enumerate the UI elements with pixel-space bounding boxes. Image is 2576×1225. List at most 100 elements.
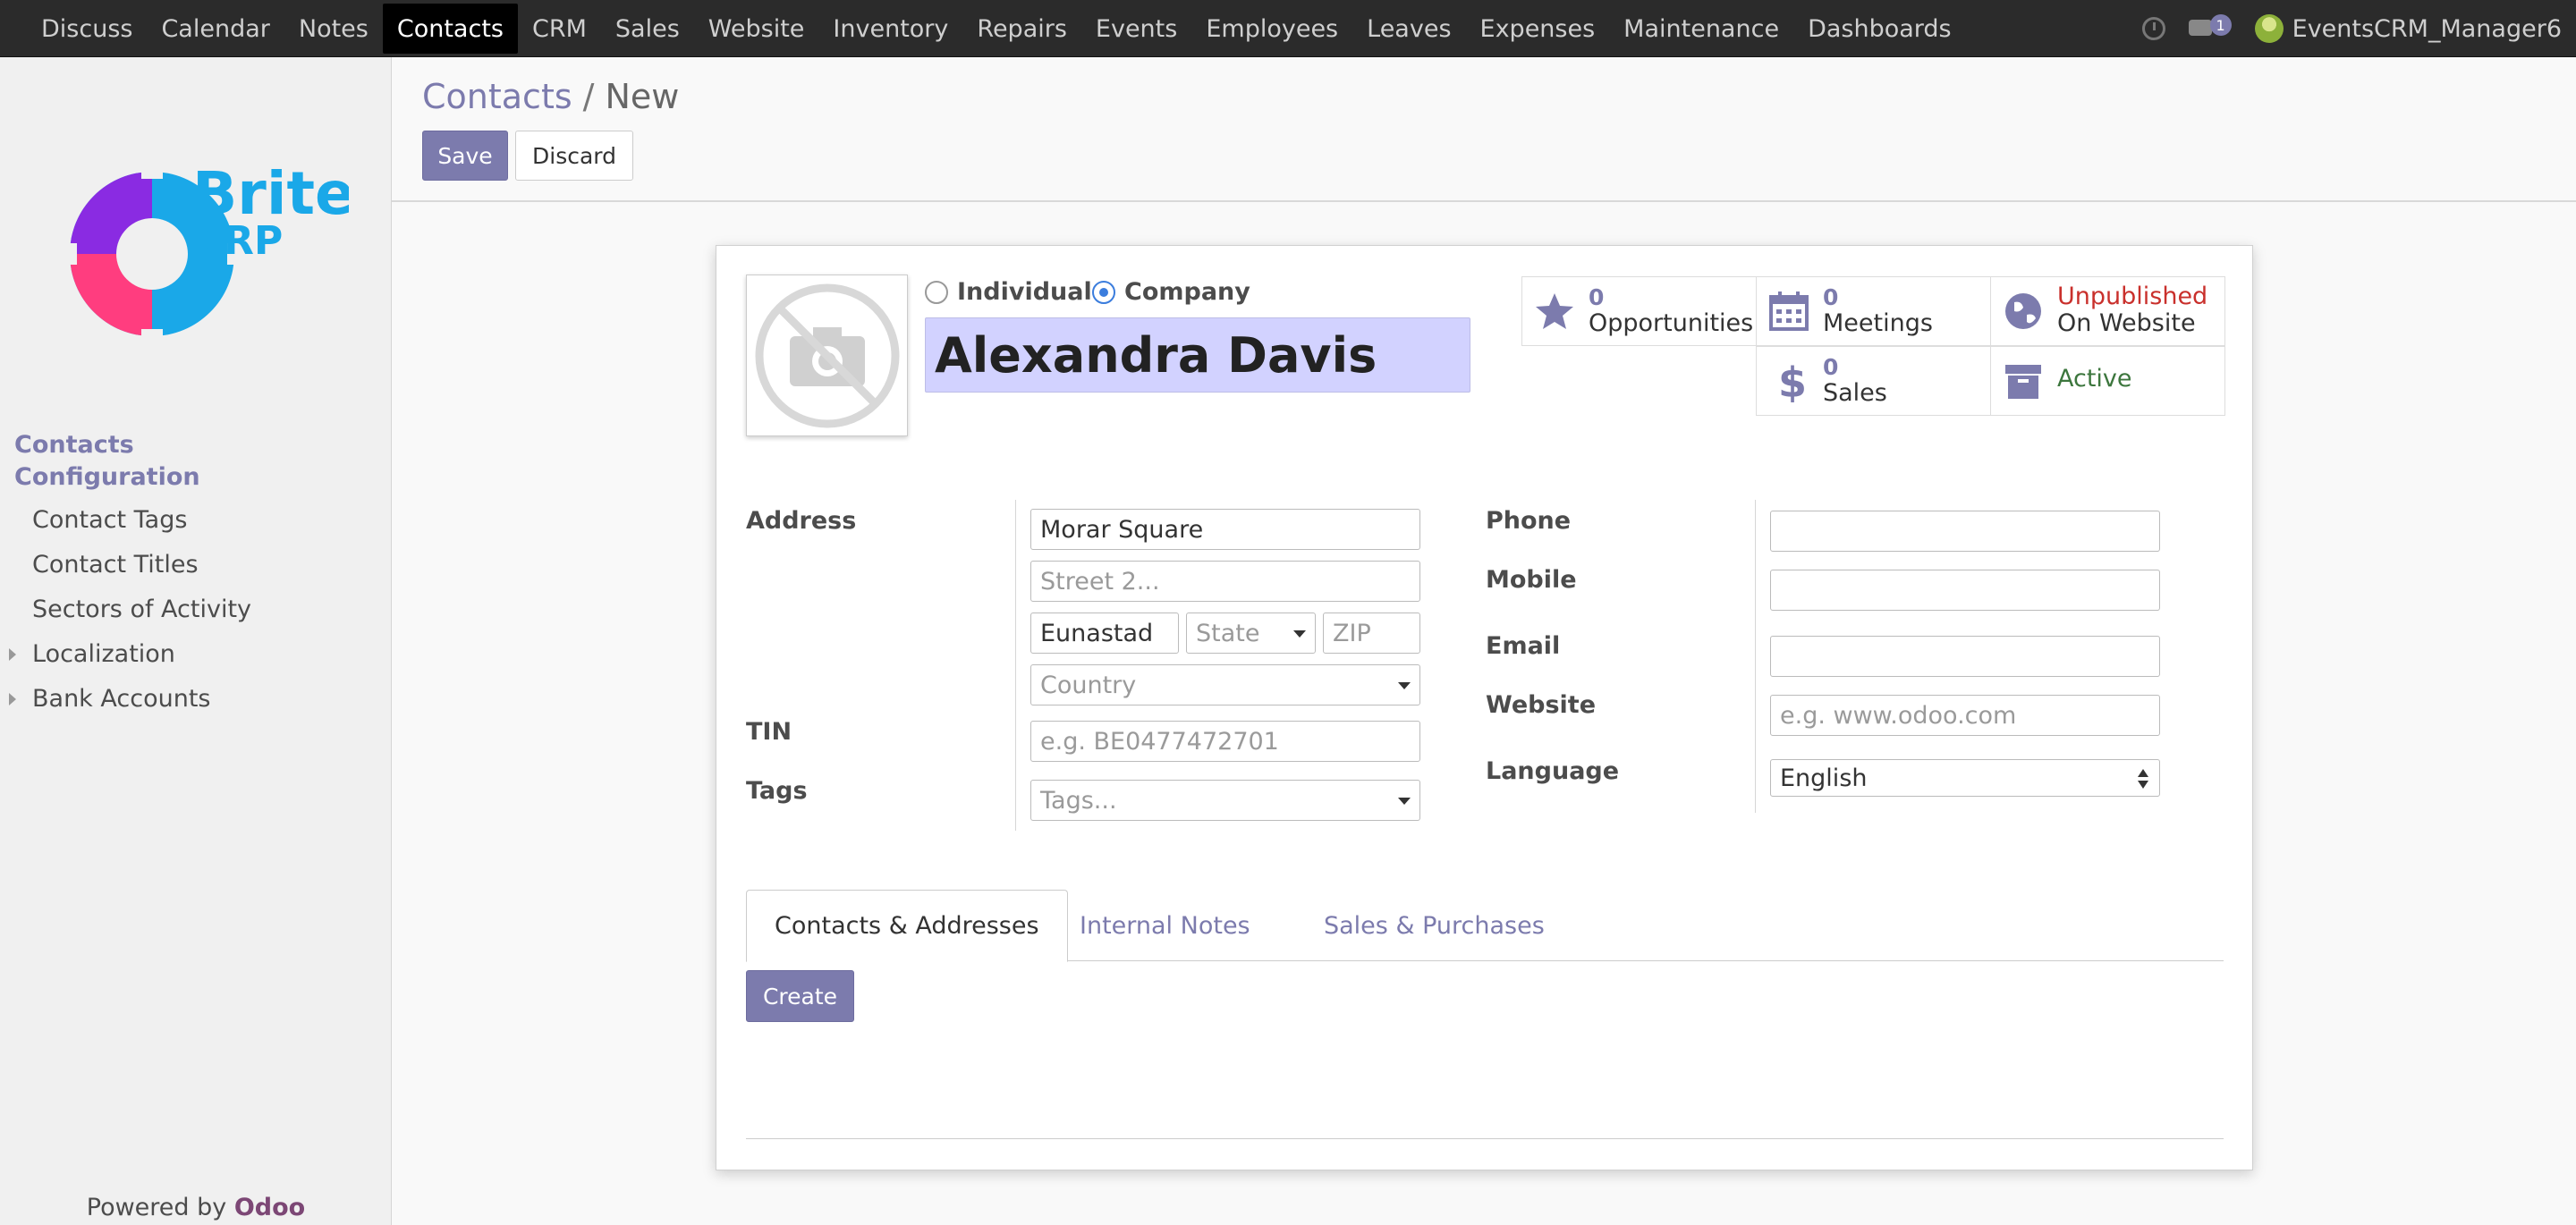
tags-field[interactable]: Tags... [1030, 780, 1420, 821]
select-arrows-icon [2138, 767, 2148, 792]
sidebar-item-sectors-of-activity[interactable]: Sectors of Activity [32, 596, 251, 623]
company-type-individual[interactable]: Individual [925, 278, 1092, 306]
mobile-field[interactable] [1770, 570, 2160, 611]
address-label: Address [746, 507, 857, 535]
radio-individual-label: Individual [957, 278, 1092, 306]
website-label: Website [1486, 691, 1597, 719]
country-placeholder: Country [1040, 671, 1137, 699]
powered-by-text: Powered by [86, 1194, 234, 1221]
sidebar-section-contacts[interactable]: Contacts [14, 431, 134, 459]
name-field[interactable]: Alexandra Davis [925, 317, 1470, 393]
active-status: Active [2057, 365, 2132, 393]
menu-contacts[interactable]: Contacts [382, 4, 518, 54]
website-field[interactable]: e.g. www.odoo.com [1770, 695, 2160, 736]
chevron-down-icon [1293, 630, 1306, 638]
menu-expenses[interactable]: Expenses [1466, 4, 1610, 54]
star-icon [1536, 293, 1573, 329]
sidebar-item-contact-tags[interactable]: Contact Tags [32, 506, 187, 534]
breadcrumb-contacts[interactable]: Contacts [422, 77, 572, 116]
active-toggle-button[interactable]: Active [1990, 346, 2225, 416]
phone-field[interactable] [1770, 511, 2160, 552]
breadcrumb-separator: / [582, 77, 595, 116]
breadcrumb: Contacts / New [422, 77, 679, 116]
menu-maintenance[interactable]: Maintenance [1609, 4, 1793, 54]
contact-image[interactable] [746, 275, 908, 436]
meetings-button[interactable]: 0 Meetings [1756, 276, 1991, 346]
sales-button[interactable]: $ 0 Sales [1756, 346, 1991, 416]
user-name: EventsCRM_Manager6 [2292, 14, 2562, 43]
opportunities-button[interactable]: 0 Opportunities [1521, 276, 1757, 346]
zip-field[interactable]: ZIP [1323, 612, 1420, 654]
save-button[interactable]: Save [422, 131, 508, 181]
expand-caret-icon[interactable] [9, 648, 16, 661]
menu-inventory[interactable]: Inventory [818, 4, 962, 54]
country-select[interactable]: Country [1030, 664, 1420, 705]
label-divider [1015, 500, 1016, 831]
chevron-down-icon [1398, 682, 1411, 689]
street-field[interactable]: Morar Square [1030, 509, 1420, 550]
state-placeholder: State [1196, 619, 1260, 647]
tab-internal-notes[interactable]: Internal Notes [1052, 890, 1278, 961]
discard-button[interactable]: Discard [515, 131, 633, 181]
label-divider [1755, 500, 1756, 813]
tab-contacts-addresses[interactable]: Contacts & Addresses [746, 890, 1068, 962]
email-field[interactable] [1770, 636, 2160, 677]
chevron-down-icon [1398, 798, 1411, 805]
archive-icon [2005, 365, 2041, 399]
mobile-label: Mobile [1486, 566, 1577, 594]
tin-field[interactable]: e.g. BE0477472701 [1030, 721, 1420, 762]
notebook-tabs: Contacts & Addresses Internal Notes Sale… [746, 890, 2224, 962]
menu-discuss[interactable]: Discuss [27, 4, 147, 54]
brite-erp-logo: Brite ERP [63, 159, 349, 343]
user-menu[interactable]: EventsCRM_Manager6 [2254, 14, 2562, 43]
menu-calendar[interactable]: Calendar [147, 4, 284, 54]
website-status: Unpublished [2057, 283, 2208, 310]
menu-website[interactable]: Website [694, 4, 819, 54]
powered-by: Powered by Odoo [0, 1194, 392, 1221]
systray: 1 EventsCRM_Manager6 [2141, 0, 2562, 57]
language-label: Language [1486, 757, 1620, 785]
tab-content-divider [746, 1138, 2224, 1139]
message-count-badge: 1 [2209, 14, 2232, 36]
sidebar-item-contact-titles[interactable]: Contact Titles [32, 551, 199, 579]
menu-leaves[interactable]: Leaves [1352, 4, 1465, 54]
meetings-label: Meetings [1823, 309, 1933, 337]
create-contact-button[interactable]: Create [746, 970, 854, 1022]
meetings-count: 0 [1823, 284, 1839, 310]
tags-label: Tags [746, 777, 808, 805]
expand-caret-icon[interactable] [9, 693, 16, 705]
logo-text-erp: ERP [197, 218, 283, 264]
menu-crm[interactable]: CRM [518, 4, 601, 54]
menu-events[interactable]: Events [1081, 4, 1191, 54]
opportunities-count: 0 [1589, 284, 1605, 310]
radio-company-label: Company [1124, 278, 1250, 306]
sidebar-item-bank-accounts[interactable]: Bank Accounts [32, 685, 210, 713]
company-type-company[interactable]: Company [1092, 278, 1250, 306]
menu-sales[interactable]: Sales [601, 4, 694, 54]
form-sheet: Individual Company Alexandra Davis 0 Opp… [716, 245, 2253, 1170]
radio-individual[interactable] [925, 280, 948, 304]
odoo-link[interactable]: Odoo [234, 1194, 305, 1221]
breadcrumb-current: New [605, 77, 680, 116]
svg-text:$: $ [1778, 359, 1807, 402]
sales-label: Sales [1823, 379, 1887, 407]
state-select[interactable]: State [1186, 612, 1316, 654]
menu-notes[interactable]: Notes [284, 4, 383, 54]
activity-clock-icon[interactable] [2141, 17, 2165, 40]
city-field[interactable]: Eunastad [1030, 612, 1179, 654]
user-avatar [2254, 14, 2284, 43]
sidebar-section-configuration[interactable]: Configuration [14, 463, 200, 491]
language-select[interactable]: English [1770, 759, 2160, 797]
sidebar: Brite ERP Contacts Configuration Contact… [0, 57, 392, 1225]
messaging-icon[interactable]: 1 [2188, 14, 2232, 43]
menu-repairs[interactable]: Repairs [962, 4, 1081, 54]
sidebar-item-localization[interactable]: Localization [32, 640, 175, 668]
menu-employees[interactable]: Employees [1191, 4, 1352, 54]
menu-dashboards[interactable]: Dashboards [1793, 4, 1966, 54]
website-publish-button[interactable]: Unpublished On Website [1990, 276, 2225, 346]
calendar-icon [1769, 291, 1809, 331]
tab-sales-purchases[interactable]: Sales & Purchases [1296, 890, 1572, 961]
radio-company[interactable] [1092, 280, 1115, 304]
tin-label: TIN [746, 718, 792, 746]
street2-field[interactable]: Street 2... [1030, 561, 1420, 602]
